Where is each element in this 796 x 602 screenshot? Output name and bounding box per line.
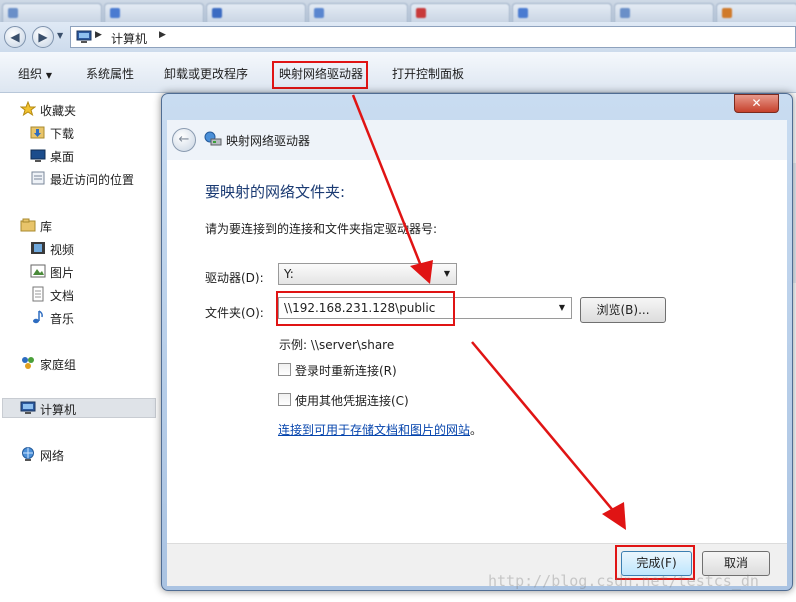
arrowhead — [410, 260, 433, 284]
annotation-arrows — [351, 94, 626, 530]
arrow-to-finish-button — [471, 341, 617, 515]
watermark: http://blog.csdn.net/testcs_dn — [488, 572, 759, 590]
arrowhead — [602, 502, 626, 530]
arrow-to-drive-select — [351, 94, 423, 267]
